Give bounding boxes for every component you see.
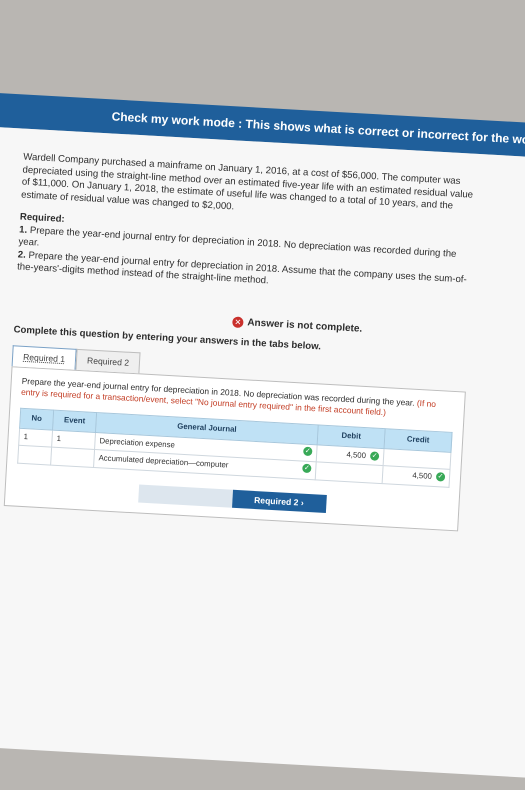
header-event: Event (52, 410, 97, 433)
row-2-event (50, 447, 95, 467)
check-icon: ✓ (369, 451, 380, 461)
next-required-2-button[interactable]: Required 2 › (231, 489, 327, 513)
journal-table: No Event General Journal Debit Credit 1 … (17, 408, 453, 488)
row-2-no (17, 445, 52, 465)
check-icon: ✓ (435, 472, 446, 483)
row-2-credit: 4,500 (412, 470, 433, 481)
row-2-credit-field[interactable]: 4,500 ✓ (382, 465, 451, 487)
check-icon: ✓ (303, 446, 313, 456)
error-x-icon: ✕ (232, 316, 244, 329)
row-1-debit: 4,500 (346, 449, 367, 460)
question-content: Wardell Company purchased a mainframe on… (3, 152, 478, 531)
header-no: No (19, 408, 54, 430)
check-icon: ✓ (302, 463, 312, 474)
row-1-no: 1 (18, 427, 53, 448)
tab-required-1[interactable]: Required 1 (11, 344, 77, 370)
rotated-screen: Check my work mode : This shows what is … (0, 0, 525, 781)
row-1-account: Depreciation expense (99, 435, 176, 449)
tab-required-2[interactable]: Required 2 (75, 348, 141, 374)
row-2-account: Accumulated depreciation—computer (98, 453, 229, 470)
previous-button (137, 483, 233, 508)
tab-panel: Prepare the year-end journal entry for d… (3, 366, 466, 531)
row-2-debit-field[interactable] (315, 461, 384, 484)
